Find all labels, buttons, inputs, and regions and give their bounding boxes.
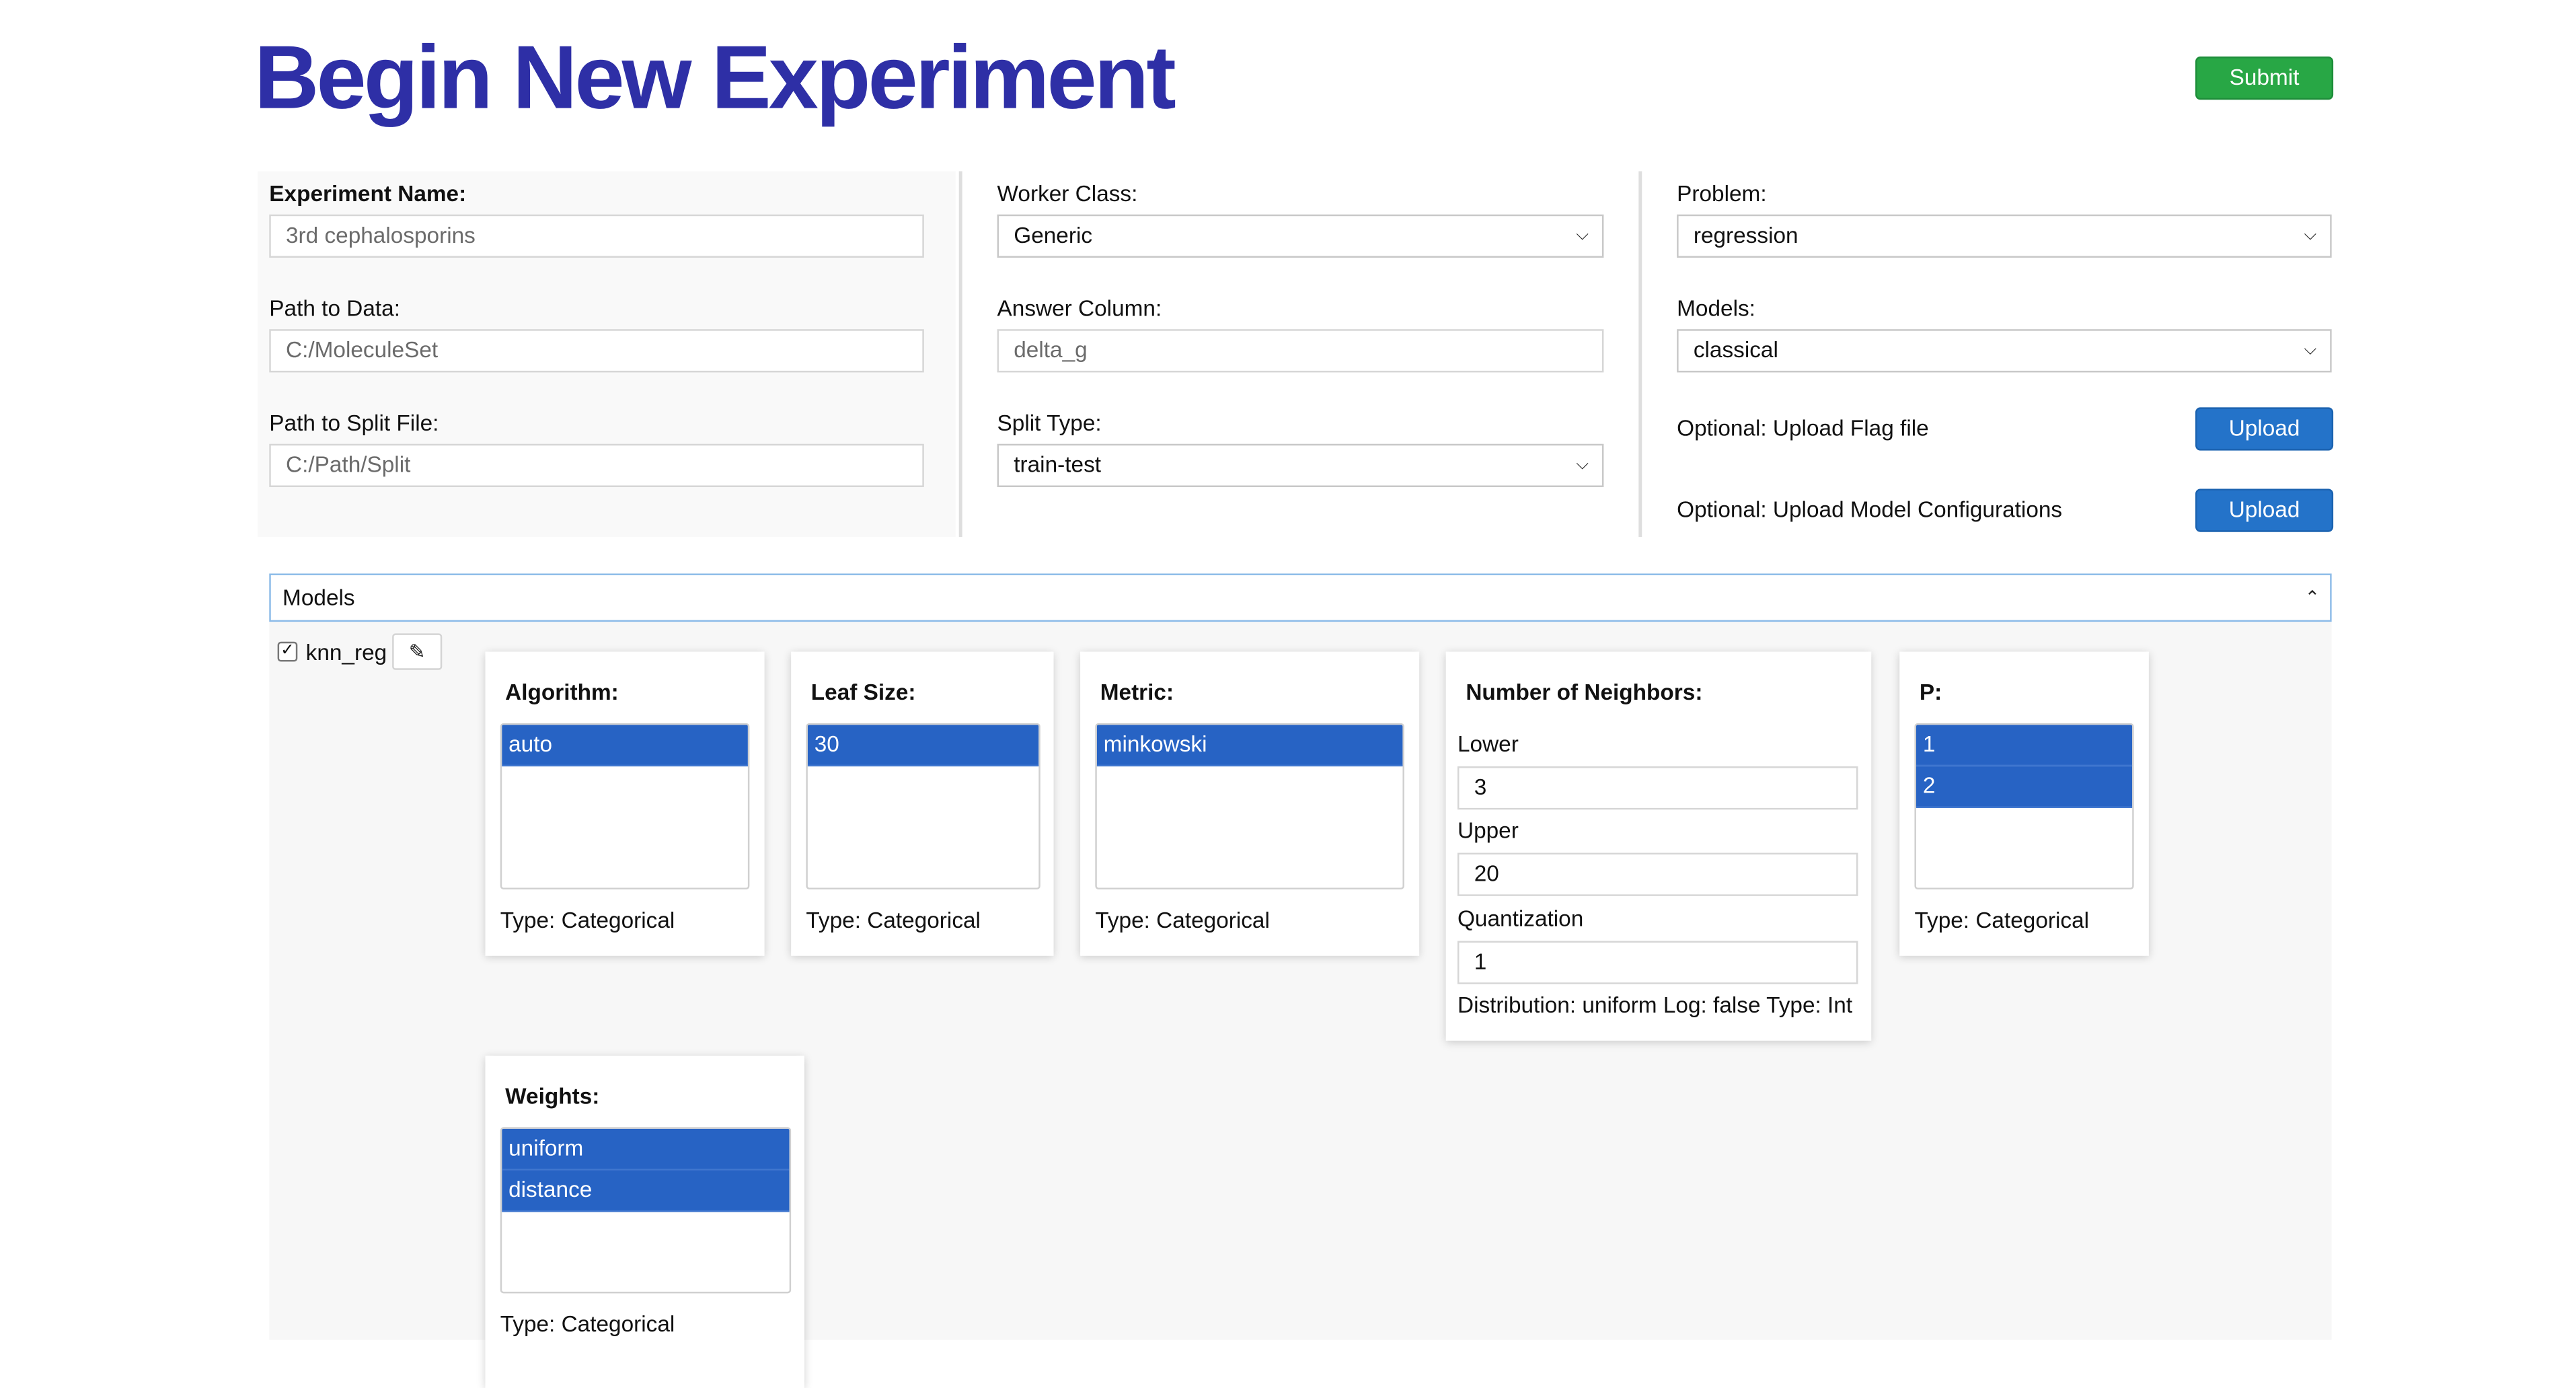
weights-type: Type: Categorical [500, 1311, 675, 1337]
chevron-down-icon: ⌵ [2304, 340, 2317, 359]
chevron-down-icon: ⌵ [1576, 455, 1589, 474]
problem-label: Problem: [1677, 181, 1767, 207]
metric-title: Metric: [1100, 680, 1174, 705]
upper-label: Upper [1457, 817, 1519, 843]
algorithm-card: Algorithm: auto Type: Categorical [485, 651, 765, 956]
leaf-size-listbox[interactable]: 30 [806, 723, 1040, 889]
models-select[interactable]: classical ⌵ [1677, 329, 2332, 373]
split-type-value: train-test [1014, 452, 1102, 478]
p-title: P: [1919, 680, 1942, 705]
upload-flag-button[interactable]: Upload [2195, 407, 2334, 451]
divider [958, 171, 962, 538]
weights-title: Weights: [505, 1084, 600, 1109]
upload-config-button[interactable]: Upload [2195, 488, 2334, 532]
models-label: Models: [1677, 295, 1755, 321]
path-to-data-label: Path to Data: [269, 295, 401, 321]
split-type-select[interactable]: train-test ⌵ [997, 443, 1604, 487]
chevron-down-icon: ⌵ [1576, 226, 1589, 245]
leaf-size-card: Leaf Size: 30 Type: Categorical [791, 651, 1054, 956]
chevron-up-icon[interactable]: ⌃ [2305, 587, 2320, 609]
metric-listbox[interactable]: minkowski [1095, 723, 1404, 889]
edit-button[interactable]: ✎ [392, 633, 443, 670]
p-type: Type: Categorical [1914, 908, 2090, 933]
models-accordion-label: Models [282, 585, 355, 610]
upload-flag-label: Optional: Upload Flag file [1677, 415, 1929, 441]
quantization-label: Quantization [1457, 906, 1584, 931]
leaf-size-type: Type: Categorical [806, 908, 981, 933]
neighbors-info: Distribution: uniform Log: false Type: I… [1457, 992, 1853, 1018]
weights-listbox[interactable]: uniform distance [500, 1127, 792, 1294]
path-to-data-input[interactable]: C:/MoleculeSet [269, 329, 924, 373]
neighbors-title: Number of Neighbors: [1466, 680, 1703, 705]
page-title: Begin New Experiment [254, 28, 1176, 129]
path-to-split-input[interactable]: C:/Path/Split [269, 443, 924, 487]
quantization-input[interactable]: 1 [1457, 941, 1858, 984]
metric-card: Metric: minkowski Type: Categorical [1080, 651, 1420, 956]
knn-reg-checkbox[interactable]: ✓ [277, 641, 298, 662]
weights-option[interactable]: distance [502, 1170, 790, 1212]
path-to-split-label: Path to Split File: [269, 410, 439, 436]
check-icon: ✓ [280, 641, 295, 660]
models-value: classical [1693, 337, 1778, 363]
divider [1638, 171, 1642, 538]
worker-class-value: Generic [1014, 223, 1093, 248]
worker-class-select[interactable]: Generic ⌵ [997, 214, 1604, 258]
problem-select[interactable]: regression ⌵ [1677, 214, 2332, 258]
experiment-name-label: Experiment Name: [269, 181, 467, 207]
p-card: P: 1 2 Type: Categorical [1899, 651, 2149, 956]
p-listbox[interactable]: 1 2 [1914, 723, 2134, 889]
algorithm-listbox[interactable]: auto [500, 723, 750, 889]
answer-column-input[interactable]: delta_g [997, 329, 1604, 373]
experiment-name-input[interactable]: 3rd cephalosporins [269, 214, 924, 258]
submit-button[interactable]: Submit [2195, 57, 2334, 100]
models-accordion-header[interactable]: Models ⌃ [269, 573, 2332, 622]
lower-input[interactable]: 3 [1457, 766, 1858, 810]
lower-label: Lower [1457, 731, 1519, 757]
weights-card: Weights: uniform distance Type: Categori… [485, 1056, 804, 1388]
p-option[interactable]: 2 [1916, 766, 2133, 808]
pencil-icon: ✎ [408, 640, 426, 663]
algorithm-type: Type: Categorical [500, 908, 675, 933]
answer-column-label: Answer Column: [997, 295, 1162, 321]
model-name: knn_reg [305, 640, 387, 665]
chevron-down-icon: ⌵ [2304, 226, 2317, 245]
p-option[interactable]: 1 [1916, 725, 2133, 767]
weights-option[interactable]: uniform [502, 1128, 790, 1171]
problem-value: regression [1693, 223, 1798, 248]
split-type-label: Split Type: [997, 410, 1102, 436]
leaf-size-title: Leaf Size: [810, 680, 916, 705]
metric-type: Type: Categorical [1095, 908, 1270, 933]
neighbors-card: Number of Neighbors: Lower 3 Upper 20 Qu… [1445, 651, 1872, 1041]
algorithm-option[interactable]: auto [502, 725, 748, 767]
upload-config-label: Optional: Upload Model Configurations [1677, 497, 2063, 522]
upper-input[interactable]: 20 [1457, 852, 1858, 896]
algorithm-title: Algorithm: [505, 680, 619, 705]
worker-class-label: Worker Class: [997, 181, 1138, 207]
leaf-size-option[interactable]: 30 [807, 725, 1039, 767]
metric-option[interactable]: minkowski [1096, 725, 1403, 767]
